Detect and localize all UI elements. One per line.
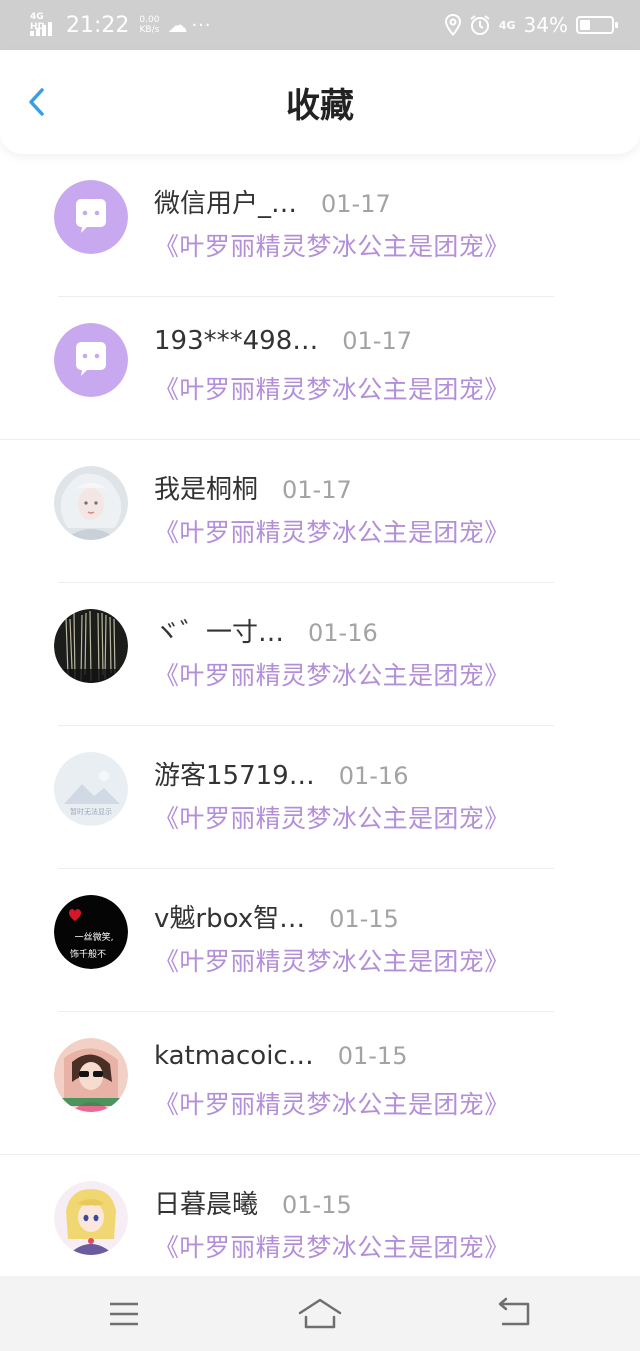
network-4g-icon: 4G <box>498 18 516 32</box>
book-title[interactable]: 《叶罗丽精灵梦冰公主是团宠》 <box>154 1085 510 1121</box>
home-icon <box>298 1298 342 1329</box>
speed-value: 0.00 <box>139 15 160 25</box>
list-item[interactable]: katmacoic… 01-15 《叶罗丽精灵梦冰公主是团宠》 <box>0 1012 640 1155</box>
battery-fill <box>580 20 591 30</box>
item-date: 01-16 <box>338 762 409 790</box>
girl-sunglasses-image <box>54 1038 128 1112</box>
night-lights-image <box>54 609 128 683</box>
location-icon <box>444 14 461 36</box>
heart-quote-image: 一丝微笑, 饰千般不 <box>54 895 128 969</box>
book-title[interactable]: 《叶罗丽精灵梦冰公主是团宠》 <box>154 1228 510 1264</box>
return-icon <box>498 1297 530 1326</box>
menu-icon <box>110 1302 138 1326</box>
more-notifications-icon: ··· <box>191 14 212 36</box>
weather-cloud-icon: ☁ <box>167 13 188 37</box>
anime-girl-image <box>54 1181 128 1255</box>
book-title[interactable]: 《叶罗丽精灵梦冰公主是团宠》 <box>154 656 510 692</box>
status-time: 21:22 <box>66 12 130 38</box>
page-title: 收藏 <box>286 86 354 126</box>
list-item[interactable]: 微信用户_… 01-17 《叶罗丽精灵梦冰公主是团宠》 <box>0 154 640 297</box>
quote-line-2: 饰千般不 <box>70 948 106 960</box>
photo-avatar[interactable] <box>54 609 128 683</box>
photo-avatar[interactable] <box>54 466 128 540</box>
chat-bubble-face-icon <box>54 323 128 397</box>
network-speed: 0.00 KB/s <box>139 15 159 35</box>
battery-percent: 34% <box>523 13 568 37</box>
user-name: ヾ゛一寸… 01-16 <box>154 618 378 648</box>
return-button[interactable] <box>492 1296 540 1332</box>
battery-icon <box>576 16 618 34</box>
signal-icon: 4G HD <box>30 12 60 38</box>
status-bar: 4G HD 21:22 0.00 KB/s ☁ ··· 4G 34% <box>0 0 640 50</box>
user-name: 微信用户_… 01-17 <box>154 189 391 219</box>
user-name: v魆rbox智… 01-15 <box>154 904 399 934</box>
item-date: 01-15 <box>282 1191 352 1219</box>
book-title[interactable]: 《叶罗丽精灵梦冰公主是团宠》 <box>154 227 510 263</box>
default-avatar[interactable] <box>54 323 128 397</box>
list-item[interactable]: 一丝微笑, 饰千般不 v魆rbox智… 01-15 《叶罗丽精灵梦冰公主是团宠》 <box>0 869 640 1012</box>
item-date: 01-15 <box>329 905 399 933</box>
user-name: 我是桐桐 01-17 <box>154 475 352 505</box>
item-date: 01-16 <box>308 619 378 647</box>
image-placeholder-icon: 暂时无法显示 <box>54 752 128 826</box>
user-name: 游客15719… 01-16 <box>154 761 409 791</box>
header-bar: 收藏 <box>0 50 640 154</box>
placeholder-text: 暂时无法显示 <box>70 807 112 816</box>
default-avatar[interactable] <box>54 180 128 254</box>
book-title[interactable]: 《叶罗丽精灵梦冰公主是团宠》 <box>154 799 510 835</box>
home-button[interactable] <box>296 1296 344 1332</box>
speed-unit: KB/s <box>139 25 160 35</box>
placeholder-avatar[interactable]: 暂时无法显示 <box>54 752 128 826</box>
list-item[interactable]: 日暮晨曦 01-15 《叶罗丽精灵梦冰公主是团宠》 <box>0 1155 640 1276</box>
photo-avatar[interactable] <box>54 1181 128 1255</box>
item-date: 01-17 <box>321 190 391 218</box>
girl-portrait-image <box>54 466 128 540</box>
photo-avatar[interactable] <box>54 1038 128 1112</box>
menu-button[interactable] <box>100 1296 148 1332</box>
quote-line-1: 一丝微笑, <box>75 931 114 943</box>
item-date: 01-17 <box>282 476 352 504</box>
item-date: 01-17 <box>342 327 413 355</box>
chat-bubble-face-icon <box>54 180 128 254</box>
list-item[interactable]: 193***498… 01-17 《叶罗丽精灵梦冰公主是团宠》 <box>0 297 640 440</box>
status-left: 4G HD 21:22 0.00 KB/s ☁ ··· <box>30 10 212 40</box>
book-title[interactable]: 《叶罗丽精灵梦冰公主是团宠》 <box>154 942 510 978</box>
status-right: 4G 34% <box>444 10 618 40</box>
list-item[interactable]: 暂时无法显示 游客15719… 01-16 《叶罗丽精灵梦冰公主是团宠》 <box>0 726 640 869</box>
book-title[interactable]: 《叶罗丽精灵梦冰公主是团宠》 <box>154 513 510 549</box>
list-item[interactable]: 我是桐桐 01-17 《叶罗丽精灵梦冰公主是团宠》 <box>0 440 640 583</box>
user-name: 日暮晨曦 01-15 <box>154 1190 352 1220</box>
user-name: 193***498… 01-17 <box>154 326 413 356</box>
favorites-list: 微信用户_… 01-17 《叶罗丽精灵梦冰公主是团宠》 193***498… 01-… <box>0 154 640 1276</box>
alarm-icon <box>470 15 490 35</box>
item-date: 01-15 <box>337 1042 408 1070</box>
book-title[interactable]: 《叶罗丽精灵梦冰公主是团宠》 <box>154 370 510 406</box>
system-nav-bar <box>0 1276 640 1351</box>
user-name: katmacoic… 01-15 <box>154 1041 408 1071</box>
photo-avatar[interactable]: 一丝微笑, 饰千般不 <box>54 895 128 969</box>
list-item[interactable]: ヾ゛一寸… 01-16 《叶罗丽精灵梦冰公主是团宠》 <box>0 583 640 726</box>
